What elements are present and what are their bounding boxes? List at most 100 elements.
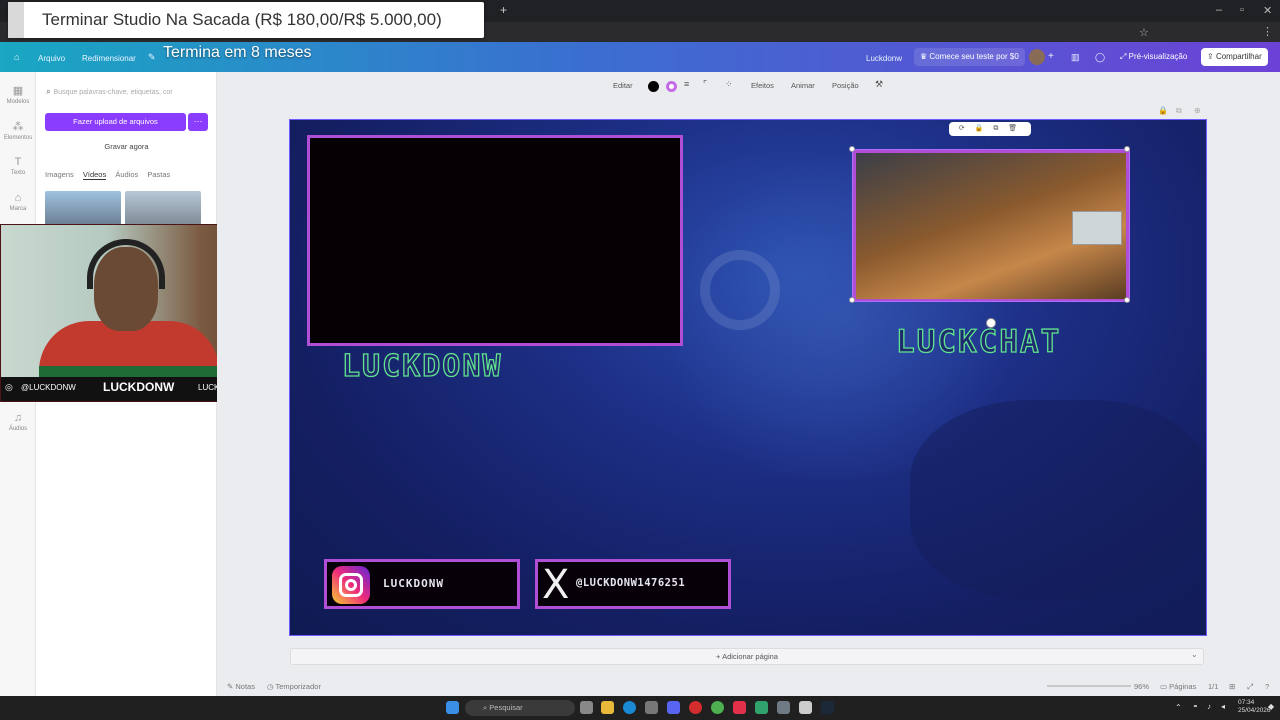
zoom-slider[interactable] bbox=[1047, 685, 1131, 687]
edit-button[interactable]: Editar bbox=[613, 81, 633, 90]
resize-menu[interactable]: Redimensionar bbox=[82, 54, 136, 63]
donation-goal-text: Terminar Studio Na Sacada (R$ 180,00/R$ … bbox=[42, 10, 442, 29]
search-input[interactable]: ⌕ Busque palavras-chave, etiquetas, cor bbox=[46, 86, 208, 102]
browser-menu-icon[interactable]: ⋮ bbox=[1262, 25, 1273, 38]
design-canvas[interactable]: LUCKDONW ⟳ 🔒 ⧉ 🗑 ··· LUCKCHAT LUCKDONW X… bbox=[289, 119, 1207, 636]
home-icon[interactable]: ⌂ bbox=[14, 52, 19, 62]
avatar[interactable] bbox=[1029, 49, 1045, 65]
minimize-icon[interactable]: – bbox=[1216, 4, 1222, 16]
add-collaborator-icon[interactable]: + bbox=[1048, 51, 1054, 62]
file-menu[interactable]: Arquivo bbox=[38, 54, 65, 63]
tab-audios[interactable]: Áudios bbox=[115, 170, 138, 179]
upload-files-button[interactable]: Fazer upload de arquivos bbox=[45, 113, 186, 131]
clock-date[interactable]: 25/04/2026 bbox=[1238, 707, 1271, 714]
notification-icon[interactable]: ◆ bbox=[1268, 702, 1274, 711]
file-explorer-icon[interactable] bbox=[601, 701, 614, 714]
music-icon[interactable] bbox=[733, 701, 746, 714]
chat-label[interactable]: LUCKCHAT bbox=[895, 323, 1061, 360]
border-style-icon[interactable]: ≡ bbox=[684, 79, 689, 89]
task-view-icon[interactable] bbox=[580, 701, 593, 714]
grid-view-icon[interactable]: ⊞ bbox=[1229, 682, 1235, 691]
color-black-swatch[interactable] bbox=[648, 81, 659, 92]
instagram-icon-lens bbox=[345, 579, 357, 591]
bookmark-star-icon[interactable]: ☆ bbox=[1139, 26, 1149, 39]
tab-images[interactable]: Imagens bbox=[45, 170, 74, 179]
elements-icon: ⁂ bbox=[12, 121, 24, 133]
crown-icon: ♛ bbox=[920, 52, 930, 61]
animate-button[interactable]: Animar bbox=[791, 81, 815, 90]
page-add-icon[interactable]: ⊕ bbox=[1194, 106, 1201, 115]
x-card[interactable]: X @LUCKDONW1476251 bbox=[535, 559, 731, 609]
chevron-down-icon[interactable]: ⌄ bbox=[1191, 650, 1198, 659]
brand-icon: ⌂ bbox=[14, 192, 22, 204]
rail-elements[interactable]: ⁂ Elementos bbox=[0, 120, 36, 141]
chrome-icon[interactable] bbox=[711, 701, 724, 714]
discord-icon[interactable] bbox=[667, 701, 680, 714]
paint-format-icon[interactable]: ⚒ bbox=[875, 79, 883, 90]
element-mini-toolbar[interactable]: ⟳ 🔒 ⧉ 🗑 ··· bbox=[949, 122, 1031, 146]
context-toolbar: Editar ≡ ⌜ ⁘ Efeitos Animar Posição ⚒ bbox=[604, 76, 888, 96]
opera-icon[interactable] bbox=[689, 701, 702, 714]
design-owner[interactable]: Luckdonw bbox=[866, 54, 902, 63]
resize-handle[interactable] bbox=[849, 297, 855, 303]
help-icon[interactable]: ? bbox=[1265, 682, 1269, 691]
share-button[interactable]: ⇪ Compartilhar bbox=[1201, 48, 1268, 66]
resize-handle[interactable] bbox=[849, 146, 855, 152]
trial-button[interactable]: ♛ Comece seu teste por $0 bbox=[914, 48, 1025, 66]
clock-time[interactable]: 07:34 bbox=[1238, 699, 1254, 706]
taskbar-search[interactable]: ⌕ Pesquisar bbox=[465, 700, 575, 716]
page-count: 1/1 bbox=[1208, 682, 1219, 691]
corner-radius-icon[interactable]: ⌜ bbox=[703, 79, 707, 90]
tray-chevron-icon[interactable]: ⌃ bbox=[1175, 703, 1182, 712]
video-thumbnail[interactable] bbox=[45, 191, 121, 225]
rail-templates[interactable]: ▦ Modelos bbox=[0, 84, 36, 105]
store-icon[interactable] bbox=[645, 701, 658, 714]
volume-icon[interactable]: ◂ bbox=[1221, 702, 1225, 711]
transparency-icon[interactable]: ⁘ bbox=[725, 79, 733, 90]
add-page-button[interactable]: + Adicionar página bbox=[290, 648, 1204, 665]
timer-icon: ◷ bbox=[267, 682, 276, 691]
zoom-level[interactable]: 96% bbox=[1134, 682, 1149, 691]
preview-button[interactable]: ⤢ Pré-visualização bbox=[1114, 48, 1193, 66]
color-purple-swatch[interactable] bbox=[666, 81, 677, 92]
edge-icon[interactable] bbox=[623, 701, 636, 714]
page-duplicate-icon[interactable]: ⧉ bbox=[1176, 106, 1182, 116]
resize-handle[interactable] bbox=[1124, 297, 1130, 303]
settings-icon[interactable] bbox=[777, 701, 790, 714]
rail-text[interactable]: T Texto bbox=[0, 156, 36, 176]
more-options-button[interactable]: ··· bbox=[188, 113, 208, 131]
record-now-button[interactable]: Gravar agora bbox=[36, 142, 217, 151]
main-name-label[interactable]: LUCKDONW bbox=[341, 348, 503, 384]
resize-handle[interactable] bbox=[1124, 146, 1130, 152]
preview-label: Pré-visualização bbox=[1128, 52, 1188, 61]
network-icon[interactable]: ◓ bbox=[1193, 702, 1198, 711]
pages-button[interactable]: ▭ Páginas bbox=[1160, 682, 1196, 691]
fullscreen-icon[interactable]: ⤢ bbox=[1247, 682, 1253, 692]
close-icon[interactable]: ✕ bbox=[1263, 4, 1272, 17]
timer-button[interactable]: ◷ Temporizador bbox=[267, 682, 321, 691]
edit-pencil-icon[interactable]: ✎ bbox=[148, 52, 156, 63]
selection-box[interactable] bbox=[852, 149, 1130, 302]
gameplay-frame[interactable] bbox=[307, 135, 683, 346]
comment-icon[interactable]: ◯ bbox=[1095, 52, 1105, 63]
screen: + – ▫ ✕ ☆ ⋮ ⌂ Arquivo Redimensionar ✎ Lu… bbox=[0, 0, 1280, 720]
position-button[interactable]: Posição bbox=[832, 81, 859, 90]
rail-audio[interactable]: ♫ Áudios bbox=[0, 412, 36, 432]
maximize-icon[interactable]: ▫ bbox=[1240, 4, 1244, 16]
microphone-icon[interactable]: ♪ bbox=[1207, 702, 1211, 711]
notes-button[interactable]: ✎ Notas bbox=[227, 682, 255, 691]
start-icon[interactable] bbox=[446, 701, 459, 714]
effects-button[interactable]: Efeitos bbox=[751, 81, 774, 90]
insights-icon[interactable]: ▥ bbox=[1071, 52, 1080, 63]
tab-videos[interactable]: Vídeos bbox=[82, 170, 107, 180]
obs-icon[interactable] bbox=[799, 701, 812, 714]
sheets-icon[interactable] bbox=[755, 701, 768, 714]
new-tab-icon[interactable]: + bbox=[500, 3, 507, 17]
page-lock-icon[interactable]: 🔒 bbox=[1158, 106, 1168, 115]
rail-brand[interactable]: ⌂ Marca bbox=[0, 192, 36, 212]
instagram-card[interactable]: LUCKDONW bbox=[324, 559, 520, 609]
tab-folders[interactable]: Pastas bbox=[147, 170, 170, 179]
video-thumbnail[interactable] bbox=[125, 191, 201, 225]
steam-icon[interactable] bbox=[821, 701, 834, 714]
pages-label: Páginas bbox=[1169, 682, 1197, 691]
